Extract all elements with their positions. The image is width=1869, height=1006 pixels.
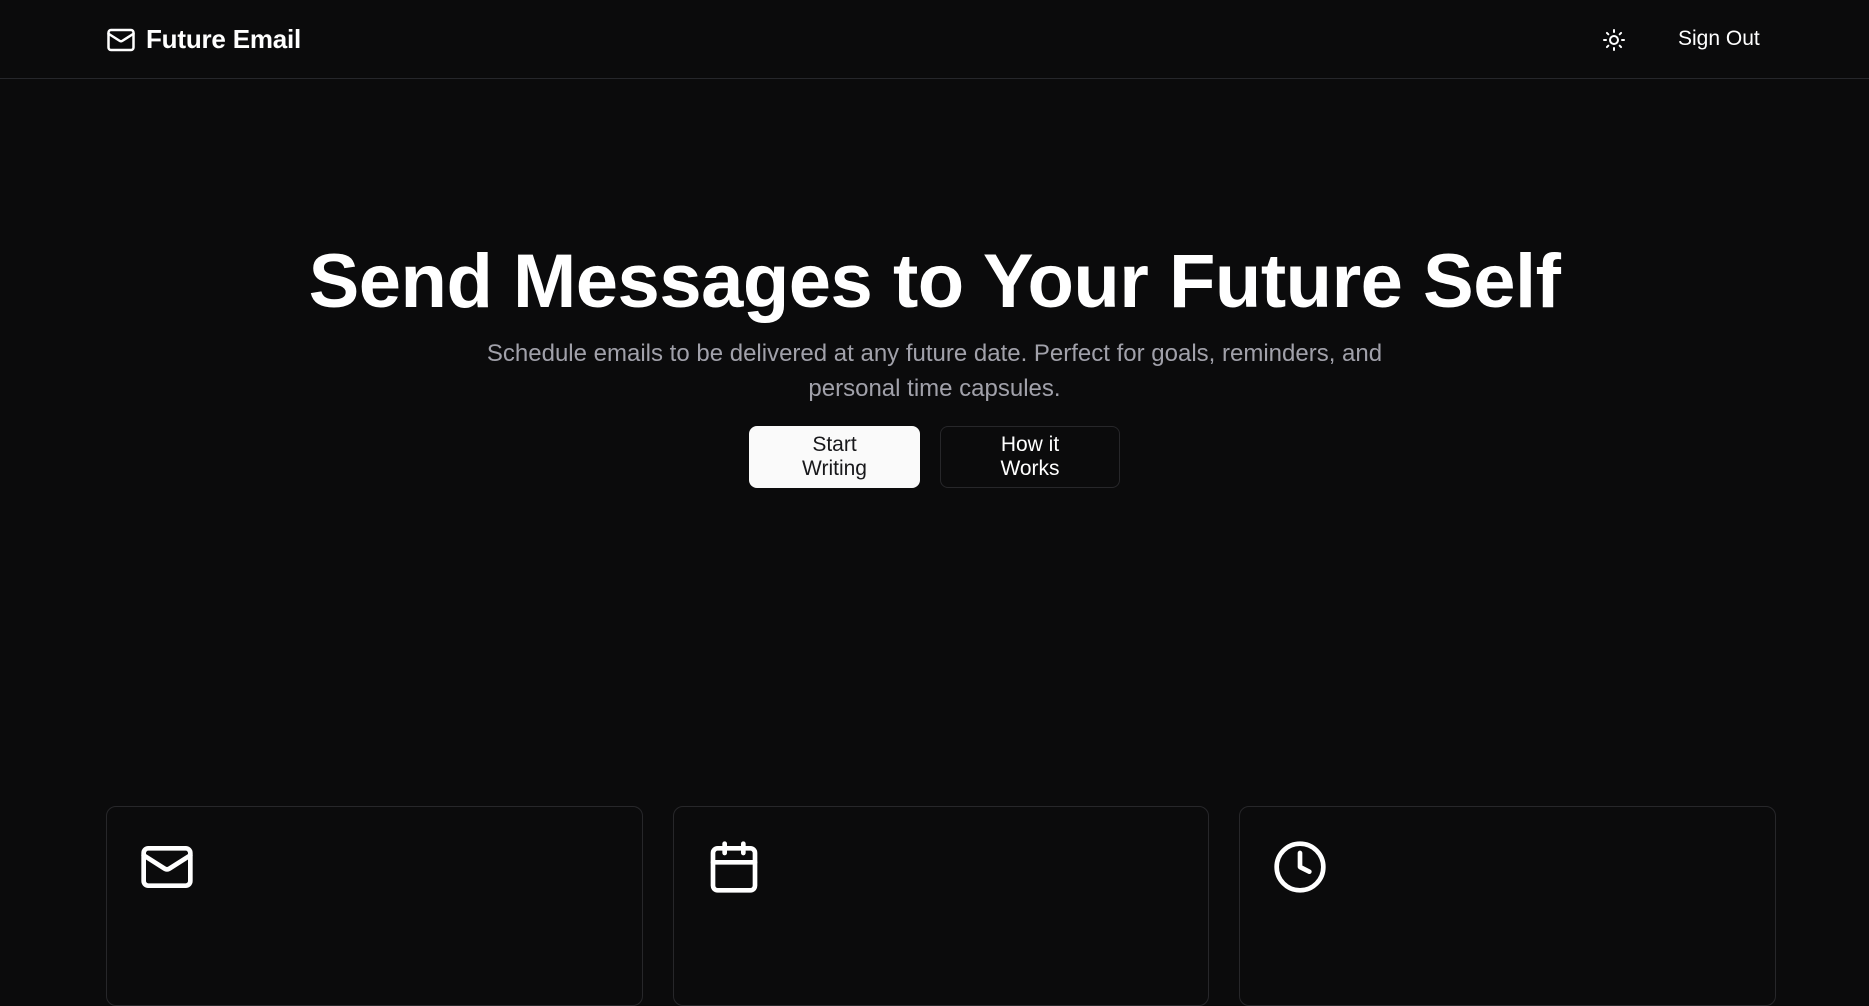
hero-actions: Start Writing How it Works [0,426,1869,488]
calendar-icon [710,841,758,893]
mail-icon [141,846,193,888]
hero-title: Send Messages to Your Future Self [308,239,1561,324]
top-navbar: Future Email Sign Out [0,0,1869,79]
hero-section: Send Messages to Your Future Self Schedu… [0,236,1869,488]
mail-icon [107,28,135,51]
clock-icon [1274,841,1327,893]
sun-icon [1603,29,1625,51]
hero-subtitle: Schedule emails to be delivered at any f… [486,340,1383,402]
brand-logo-link[interactable]: Future Email [106,24,301,55]
brand-name: Future Email [146,24,302,54]
feature-card-schedule [672,806,1210,1006]
sign-out-button[interactable]: Sign Out [1666,20,1772,58]
features-section [106,806,1777,1006]
feature-card-email [106,806,643,1006]
start-writing-button[interactable]: Start Writing [749,426,920,488]
theme-toggle-button[interactable] [1596,22,1632,58]
how-it-works-button[interactable]: How it Works [940,426,1120,488]
feature-card-delivery [1239,806,1777,1006]
